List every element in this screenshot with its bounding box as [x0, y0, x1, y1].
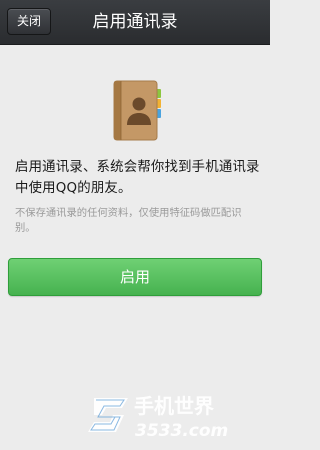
svg-text:手机世界: 手机世界 — [134, 394, 214, 418]
page-title: 启用通讯录 — [92, 12, 178, 32]
enable-button[interactable]: 启用 — [8, 258, 262, 296]
title-bar: 关闭 启用通讯录 — [0, 0, 270, 45]
svg-text:3533.com: 3533.com — [135, 421, 228, 441]
contacts-book-icon — [113, 80, 161, 141]
close-button[interactable]: 关闭 — [7, 8, 51, 35]
site-watermark-logo: 手机世界 3533.com — [88, 394, 228, 441]
privacy-note: 不保存通讯录的任何资料，仅使用特征码做匹配识别。 — [15, 207, 242, 234]
description-text: 启用通讯录、系统会帮你找到手机通讯录中使用QQ的朋友。 — [15, 160, 260, 196]
